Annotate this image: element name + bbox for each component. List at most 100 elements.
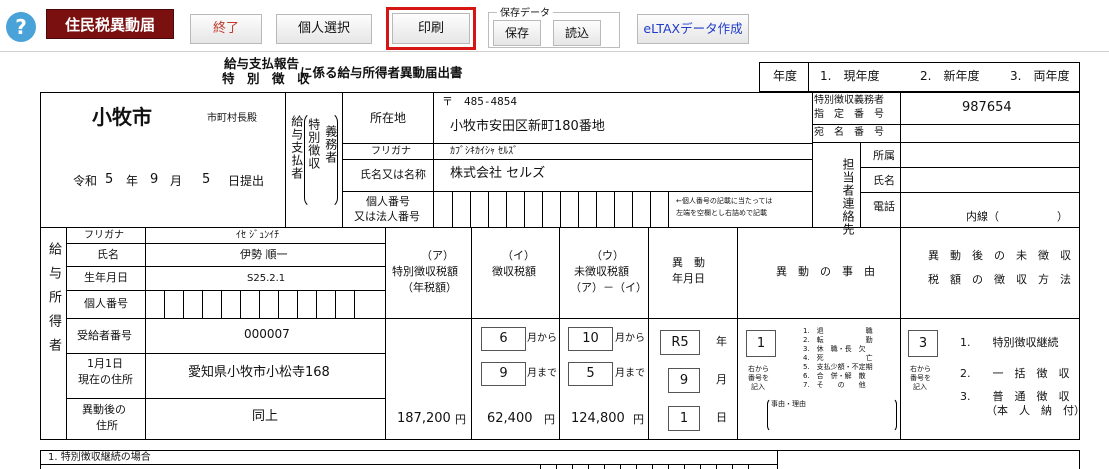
change-day-unit: 日 (716, 411, 727, 424)
recipient-number[interactable]: 000007 (244, 327, 290, 342)
corp-number-label-2: 又は法人番号 (354, 210, 420, 223)
corp-number-note-2: 左端を空欄とし右詰めで記載 (676, 209, 767, 217)
date-day-unit: 日提出 (228, 174, 265, 188)
date-year-unit: 年 (126, 174, 139, 188)
kana-label: フリガナ (371, 146, 411, 157)
date-era: 令和 (73, 174, 98, 188)
col-u-header-1: （ウ） (591, 249, 624, 262)
corp-number-label-1: 個人番号 (366, 195, 410, 208)
form-title-line1: 給与支払報告 (224, 56, 300, 71)
col-method-header-1: 異 動 後 の 未 徴 収 (928, 249, 1071, 262)
collected-from-month[interactable]: 6 (481, 327, 526, 351)
toolbar: ? 住民税異動届 終了 個人選択 印刷 保存データ 保存 読込 eLTAXデータ… (0, 0, 1109, 52)
year-option-current[interactable]: 1. 現年度 (820, 69, 879, 84)
reason-option-1: 1. 退 職 (803, 327, 873, 335)
recipient-number-label: 受給者番号 (77, 329, 132, 342)
company-address[interactable]: 小牧市安田区新町180番地 (450, 119, 605, 135)
recipient-vertical-label: 給与所得者 (45, 242, 61, 362)
date-day[interactable]: 5 (202, 172, 210, 188)
uncollected-tax-amount[interactable]: 124,800 (571, 411, 625, 427)
col-a-header-3: （年税額） (402, 281, 457, 294)
postal-code[interactable]: 〒 485-4854 (442, 95, 517, 109)
extension-label: 内線（ (966, 210, 999, 223)
birthdate[interactable]: S25.2.1 (247, 273, 285, 285)
col-i-header-2: 徴収税額 (492, 265, 536, 278)
method-hint-3: 記入 (913, 383, 927, 391)
person-select-button[interactable]: 個人選択 (276, 14, 372, 44)
uncollected-from-month[interactable]: 10 (568, 327, 613, 351)
date-month-unit: 月 (170, 174, 183, 188)
bottom-section-title: 1. 特別徴収継続の場合 (48, 452, 151, 463)
reason-option-3: 3. 休 職・長 欠 (803, 345, 866, 353)
year-option-new[interactable]: 2. 新年度 (920, 69, 979, 84)
date-year[interactable]: 5 (105, 172, 113, 188)
person-kana[interactable]: ｲｾ ｼﾞｭﾝｲﾁ (236, 230, 279, 242)
annual-tax-yen: 円 (455, 413, 466, 426)
obligor-number-label-2: 指 定 番 号 (814, 109, 884, 120)
method-option-1: 1. 特別徴収継続 (960, 336, 1059, 349)
corp-number-note-1: ←個人番号の記載に当たっては (676, 197, 773, 205)
change-day-input[interactable]: 1 (668, 406, 700, 431)
reason-hint-2: 番号を (748, 374, 769, 382)
reason-option-4: 4. 死 亡 (803, 354, 873, 362)
year-option-both[interactable]: 3. 両年度 (1010, 69, 1069, 84)
annual-tax-amount[interactable]: 187,200 (397, 411, 451, 427)
form-title-suffix: に係る給与所得者異動届出書 (300, 65, 463, 80)
mayor-label: 市町村長殿 (207, 113, 257, 124)
jan1-address-label-2: 現在の住所 (78, 373, 133, 386)
after-address-label-1: 異動後の (82, 403, 126, 416)
company-kana[interactable]: ｶﾌﾞｼｷｶｲｼｬ ｾﾙｽﾞ (450, 146, 518, 158)
col-a-header-2: 特別徴収税額 (392, 265, 458, 278)
load-button[interactable]: 読込 (553, 20, 601, 46)
company-name-label: 氏名又は名称 (360, 168, 426, 181)
collected-tax-yen: 円 (544, 413, 555, 426)
year-label: 年度 (773, 69, 798, 83)
col-date-header-1: 異 動 (672, 256, 705, 269)
app-title: 住民税異動届 (46, 9, 174, 39)
address-label: 所在地 (370, 111, 407, 125)
collected-from-unit: 月から (527, 333, 557, 344)
reason-code-input[interactable]: 1 (746, 330, 776, 357)
collected-to-unit: 月まで (527, 368, 557, 379)
date-month[interactable]: 9 (150, 172, 158, 188)
method-option-3-note: （本 人 納 付） (986, 404, 1085, 417)
bottom-section-right-frame (778, 450, 1080, 469)
jan1-address[interactable]: 愛知県小牧市小松寺168 (188, 365, 330, 381)
eltax-export-button[interactable]: eLTAXデータ作成 (637, 14, 749, 44)
person-name-label: 氏名 (97, 248, 119, 261)
person-name[interactable]: 伊勢 順一 (240, 248, 288, 262)
change-year-input[interactable]: R5 (660, 330, 700, 355)
save-data-label: 保存データ (497, 4, 553, 19)
reason-option-6: 6. 合 併・解 散 (803, 372, 866, 380)
method-option-3: 3. 普 通 徴 収 (960, 390, 1070, 403)
save-button[interactable]: 保存 (493, 20, 541, 46)
print-button[interactable]: 印刷 (392, 13, 470, 44)
reason-option-7: 7. そ の 他 (803, 381, 866, 389)
addressee-number-label: 宛 名 番 号 (814, 127, 884, 138)
dept-label: 所属 (873, 149, 895, 162)
col-u-header-2: 未徴収税額 (574, 265, 629, 278)
method-hint-1: 右から (910, 365, 931, 373)
uncollected-to-month[interactable]: 5 (568, 362, 613, 386)
contact-vertical-label: 担当者連絡先 (841, 158, 855, 236)
payer-vertical-label: 給与支払者 (289, 115, 304, 180)
after-address[interactable]: 同上 (252, 409, 278, 425)
collected-tax-amount[interactable]: 62,400 (487, 411, 533, 427)
method-code-input[interactable]: 3 (908, 330, 938, 357)
help-icon[interactable]: ? (6, 12, 36, 42)
collected-to-month[interactable]: 9 (481, 362, 526, 386)
method-option-2: 2. 一 括 徴 収 (960, 367, 1070, 380)
change-month-unit: 月 (716, 373, 727, 386)
uncollected-from-unit: 月から (615, 333, 645, 344)
obligor-number[interactable]: 987654 (962, 100, 1012, 116)
company-name[interactable]: 株式会社 セルズ (450, 166, 545, 182)
col-date-header-2: 年月日 (672, 272, 705, 285)
birthdate-label: 生年月日 (84, 271, 128, 284)
exit-button[interactable]: 終了 (190, 14, 262, 44)
after-address-label-2: 住所 (96, 419, 118, 432)
my-number-label: 個人番号 (84, 297, 128, 310)
change-year-unit: 年 (716, 335, 727, 348)
change-month-input[interactable]: 9 (668, 368, 700, 393)
person-kana-label: フリガナ (84, 230, 124, 241)
reason-hint-1: 右から (748, 365, 769, 373)
